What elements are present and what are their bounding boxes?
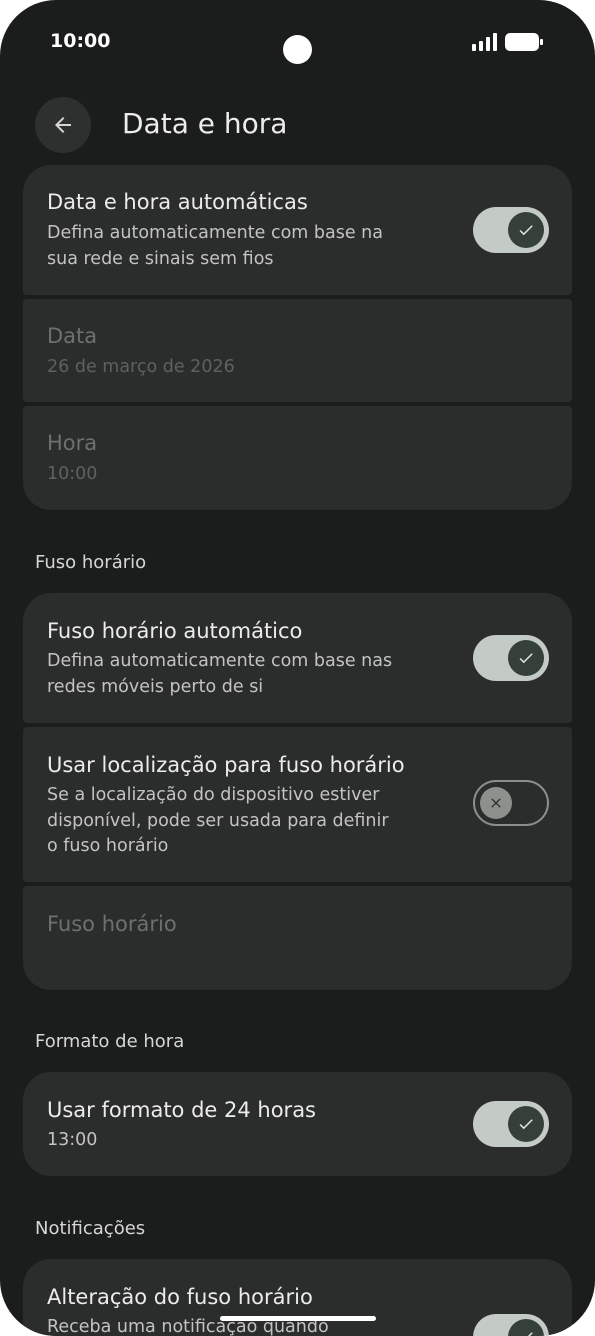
use-location-row[interactable]: Usar localização para fuso horário Se a … bbox=[23, 727, 572, 882]
check-icon bbox=[527, 1332, 533, 1336]
auto-datetime-title: Data e hora automáticas bbox=[47, 190, 308, 214]
use-location-subtitle-1: Se a localização do dispositivo estiver bbox=[47, 785, 380, 805]
section-label-notifications: Notificações bbox=[35, 1218, 146, 1239]
switch-knob bbox=[508, 640, 544, 676]
page-title: Data e hora bbox=[122, 107, 288, 140]
tz-change-row[interactable]: Alteração do fuso horário Receba uma not… bbox=[23, 1259, 572, 1336]
use-location-switch[interactable] bbox=[473, 780, 549, 826]
time-value: 10:00 bbox=[47, 464, 98, 484]
phone-screen: 10:00 Data e hora Data e hora automática… bbox=[0, 0, 595, 1336]
auto-timezone-subtitle-2: redes móveis perto de si bbox=[47, 677, 264, 697]
timezone-title: Fuso horário bbox=[47, 912, 177, 936]
status-bar: 10:00 bbox=[0, 0, 595, 90]
time-title: Hora bbox=[47, 431, 98, 455]
auto-timezone-row[interactable]: Fuso horário automático Defina automatic… bbox=[23, 593, 572, 723]
auto-datetime-row[interactable]: Data e hora automáticas Defina automatic… bbox=[23, 165, 572, 295]
use-24h-row[interactable]: Usar formato de 24 horas 13:00 bbox=[23, 1072, 572, 1176]
date-value: 26 de março de 2026 bbox=[47, 357, 235, 377]
auto-datetime-subtitle-1: Defina automaticamente com base na bbox=[47, 223, 383, 243]
arrow-left-icon bbox=[55, 117, 71, 133]
timezone-row: Fuso horário bbox=[23, 886, 572, 990]
back-button[interactable] bbox=[35, 97, 91, 153]
use-location-title: Usar localização para fuso horário bbox=[47, 753, 405, 777]
status-time: 10:00 bbox=[50, 30, 111, 52]
section-label-timezone: Fuso horário bbox=[35, 552, 147, 573]
home-indicator[interactable] bbox=[220, 1316, 376, 1321]
battery-icon bbox=[505, 33, 543, 51]
check-icon bbox=[519, 1119, 533, 1130]
use-24h-subtitle: 13:00 bbox=[47, 1130, 98, 1150]
date-title: Data bbox=[47, 324, 98, 348]
auto-datetime-subtitle-2: sua rede e sinais sem fios bbox=[47, 249, 274, 269]
use-location-subtitle-3: o fuso horário bbox=[47, 836, 169, 856]
camera-cutout bbox=[283, 35, 312, 64]
check-icon bbox=[519, 225, 533, 236]
auto-timezone-switch[interactable] bbox=[473, 635, 549, 681]
auto-timezone-subtitle-1: Defina automaticamente com base nas bbox=[47, 651, 393, 671]
tz-change-title: Alteração do fuso horário bbox=[47, 1285, 313, 1309]
signal-icon bbox=[472, 33, 498, 51]
switch-knob bbox=[508, 1106, 544, 1142]
tz-change-switch[interactable] bbox=[473, 1314, 549, 1336]
app-bar: Data e hora bbox=[0, 95, 595, 155]
auto-datetime-switch[interactable] bbox=[473, 207, 549, 253]
switch-knob bbox=[508, 1319, 544, 1336]
check-icon bbox=[519, 653, 533, 664]
switch-knob bbox=[480, 787, 512, 819]
close-icon bbox=[491, 798, 501, 808]
use-24h-switch[interactable] bbox=[473, 1101, 549, 1147]
date-row: Data 26 de março de 2026 bbox=[23, 299, 572, 402]
section-label-time-format: Formato de hora bbox=[35, 1031, 185, 1052]
switch-knob bbox=[508, 212, 544, 248]
auto-timezone-title: Fuso horário automático bbox=[47, 619, 303, 643]
time-row: Hora 10:00 bbox=[23, 406, 572, 510]
use-24h-title: Usar formato de 24 horas bbox=[47, 1098, 317, 1122]
use-location-subtitle-2: disponível, pode ser usada para definir bbox=[47, 811, 389, 831]
